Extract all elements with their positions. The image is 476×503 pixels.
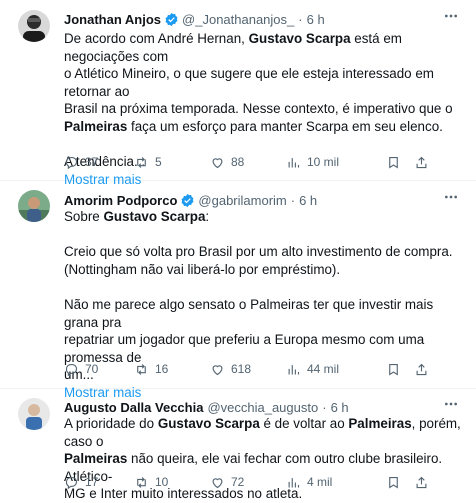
tweet-line: A prioridade do Gustavo Scarpa é de volt…	[64, 416, 461, 449]
share-button[interactable]	[414, 362, 429, 377]
tweet-card[interactable]: Augusto Dalla Vecchia @vecchia_augusto ·…	[0, 389, 476, 501]
tweet-line: De acordo com André Hernan, Gustavo Scar…	[64, 31, 402, 64]
separator-dot: ·	[290, 192, 296, 208]
reply-button[interactable]: 37	[64, 155, 98, 170]
reply-count: 70	[85, 362, 99, 376]
tweet-line: (Nottingham não vai liberá-lo por emprés…	[64, 261, 341, 277]
tweet-line: Não me parece algo sensato o Palmeiras t…	[64, 296, 434, 330]
tweet-line: Creio que só volta pro Brasil por um alt…	[64, 244, 453, 260]
share-button[interactable]	[414, 155, 429, 170]
verified-badge-icon	[165, 12, 178, 26]
like-button[interactable]: 88	[210, 155, 244, 170]
timestamp[interactable]: 6 h	[299, 193, 317, 208]
avatar[interactable]	[18, 10, 50, 42]
retweet-button[interactable]: 16	[134, 362, 168, 377]
reply-icon	[65, 363, 78, 376]
tweet-actions: 37 5 88 10 mil	[64, 152, 464, 172]
reply-button[interactable]: 70	[64, 362, 98, 377]
tweet-card[interactable]: Amorim Podporco @gabrilamorim · 6 h Sobr…	[0, 181, 476, 400]
author-handle[interactable]: @vecchia_augusto	[207, 400, 318, 415]
tweet-header: Augusto Dalla Vecchia @vecchia_augusto ·…	[64, 397, 349, 417]
verified-badge-icon	[181, 193, 194, 207]
more-horizontal-icon[interactable]	[440, 187, 462, 207]
views-count: 4 mil	[307, 475, 333, 489]
timestamp[interactable]: 6 h	[331, 400, 349, 415]
views-chart-icon	[288, 364, 300, 374]
tweet-line: Sobre Gustavo Scarpa:	[64, 209, 210, 224]
bookmark-button[interactable]	[386, 475, 401, 490]
bookmark-icon	[389, 156, 398, 169]
retweet-icon	[137, 156, 146, 168]
retweet-icon	[137, 363, 146, 375]
reply-count: 17	[85, 475, 99, 489]
more-horizontal-icon[interactable]	[440, 6, 462, 26]
heart-icon	[212, 477, 223, 488]
views-button[interactable]: 10 mil	[286, 155, 339, 170]
tweet-header: Jonathan Anjos @_Jonathananjos_ · 6 h	[64, 9, 325, 29]
retweet-count: 10	[155, 475, 169, 489]
share-button[interactable]	[414, 475, 429, 490]
tweet-actions: 17 10 72 4 mil	[64, 472, 464, 492]
like-count: 618	[231, 362, 252, 376]
views-chart-icon	[288, 477, 300, 487]
avatar[interactable]	[18, 398, 50, 430]
author-name[interactable]: Augusto Dalla Vecchia	[64, 400, 203, 415]
heart-icon	[212, 364, 223, 375]
bookmark-icon	[389, 476, 398, 489]
reply-count: 37	[85, 155, 99, 169]
like-button[interactable]: 618	[210, 362, 251, 377]
like-count: 88	[231, 155, 245, 169]
more-horizontal-icon[interactable]	[440, 394, 462, 414]
share-icon	[416, 363, 427, 375]
share-icon	[416, 156, 427, 168]
views-button[interactable]: 44 mil	[286, 362, 339, 377]
timestamp[interactable]: 6 h	[307, 12, 325, 27]
share-icon	[416, 476, 427, 488]
tweet-line: Brasil na próxima temporada. Nesse conte…	[64, 101, 453, 117]
separator-dot: ·	[322, 399, 327, 415]
retweet-button[interactable]: 10	[134, 475, 168, 490]
tweet-card[interactable]: Jonathan Anjos @_Jonathananjos_ · 6 h De…	[0, 0, 476, 187]
views-count: 44 mil	[307, 362, 340, 376]
heart-icon	[212, 157, 223, 168]
reply-button[interactable]: 17	[64, 475, 98, 490]
like-count: 72	[231, 475, 245, 489]
reply-icon	[65, 156, 78, 169]
author-handle[interactable]: @_Jonathananjos_	[182, 12, 294, 27]
views-chart-icon	[288, 157, 300, 167]
author-name[interactable]: Amorim Podporco	[64, 193, 177, 208]
views-button[interactable]: 4 mil	[286, 475, 332, 490]
tweet-line: o Atlético Mineiro, o que sugere que ele…	[64, 66, 434, 99]
tweet-actions: 70 16 618 44 mil	[64, 359, 464, 379]
views-count: 10 mil	[307, 155, 340, 169]
retweet-count: 5	[155, 155, 162, 169]
retweet-count: 16	[155, 362, 169, 376]
bookmark-button[interactable]	[386, 362, 401, 377]
retweet-icon	[137, 476, 146, 488]
author-handle[interactable]: @gabrilamorim	[198, 193, 286, 208]
tweet-line: Palmeiras faça um esforço para manter Sc…	[64, 118, 443, 134]
retweet-button[interactable]: 5	[134, 155, 162, 170]
separator-dot: ·	[298, 11, 303, 27]
tweet-header: Amorim Podporco @gabrilamorim · 6 h	[64, 190, 317, 210]
author-name[interactable]: Jonathan Anjos	[64, 12, 161, 27]
reply-icon	[65, 476, 78, 489]
like-button[interactable]: 72	[210, 475, 244, 490]
bookmark-icon	[389, 363, 398, 376]
avatar[interactable]	[18, 190, 50, 222]
bookmark-button[interactable]	[386, 155, 401, 170]
